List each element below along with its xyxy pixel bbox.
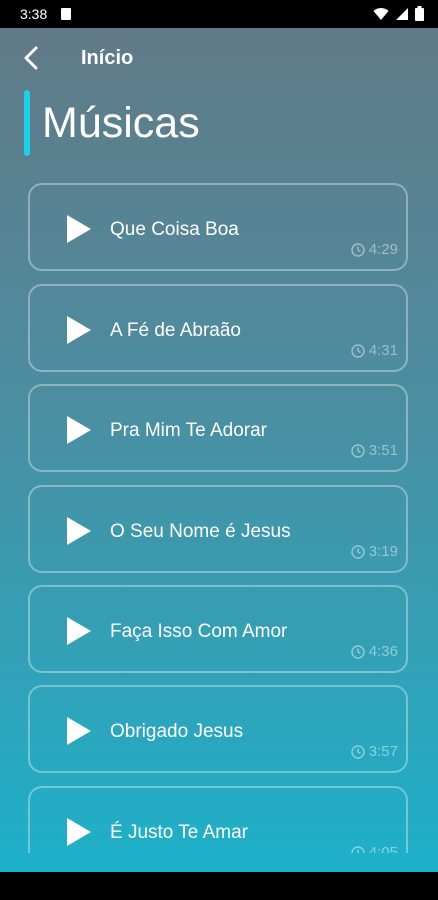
- play-icon[interactable]: [64, 415, 92, 445]
- clock-icon: [351, 443, 365, 458]
- song-title: Que Coisa Boa: [110, 219, 239, 240]
- clock-icon: [351, 544, 365, 559]
- song-duration-text: 4:36: [368, 643, 398, 660]
- song-list[interactable]: Que Coisa Boa 4:29 A Fé de Abraão 4:31 P…: [0, 183, 438, 853]
- song-title: O Seu Nome é Jesus: [110, 521, 291, 542]
- clock-icon: [351, 845, 365, 853]
- song-duration: 3:51: [351, 442, 398, 459]
- song-item[interactable]: Obrigado Jesus 3:57: [28, 685, 408, 773]
- song-title: A Fé de Abraão: [110, 320, 241, 341]
- song-duration: 3:57: [351, 743, 398, 760]
- song-duration: 4:31: [351, 342, 398, 359]
- clock-icon: [351, 744, 365, 759]
- status-time: 3:38: [20, 6, 48, 22]
- song-duration-text: 4:05: [368, 844, 398, 853]
- navigation-bar: [0, 872, 438, 900]
- header-title: Início: [81, 47, 134, 69]
- wifi-icon: [373, 7, 389, 20]
- chevron-left-icon: [24, 46, 38, 70]
- status-icons: [373, 6, 424, 21]
- status-bar: 3:38: [0, 0, 438, 28]
- header: Início: [0, 28, 438, 88]
- song-title: Obrigado Jesus: [110, 721, 244, 742]
- song-title: É Justo Te Amar: [110, 822, 248, 843]
- song-duration: 4:36: [351, 643, 398, 660]
- song-item[interactable]: É Justo Te Amar 4:05: [28, 786, 408, 853]
- song-title: Faça Isso Com Amor: [110, 621, 288, 642]
- play-icon[interactable]: [64, 616, 92, 646]
- battery-icon: [415, 6, 424, 21]
- play-icon[interactable]: [64, 716, 92, 746]
- song-duration-text: 3:19: [368, 543, 398, 560]
- clock-icon: [351, 343, 365, 358]
- song-duration-text: 3:51: [368, 442, 398, 459]
- song-item[interactable]: Que Coisa Boa 4:29: [28, 183, 408, 271]
- play-icon[interactable]: [64, 817, 92, 847]
- song-item[interactable]: O Seu Nome é Jesus 3:19: [28, 485, 408, 573]
- play-icon[interactable]: [64, 315, 92, 345]
- back-button[interactable]: [16, 42, 48, 74]
- song-duration-text: 4:29: [368, 241, 398, 258]
- title-accent-bar: [24, 90, 30, 156]
- song-item[interactable]: Faça Isso Com Amor 4:36: [28, 585, 408, 673]
- song-duration-text: 4:31: [368, 342, 398, 359]
- song-item[interactable]: Pra Mim Te Adorar 3:51: [28, 384, 408, 472]
- sim-card-icon: [61, 8, 71, 20]
- page-title: Músicas: [42, 99, 200, 147]
- clock-icon: [351, 242, 365, 257]
- song-duration-text: 3:57: [368, 743, 398, 760]
- clock-icon: [351, 644, 365, 659]
- song-duration: 4:29: [351, 241, 398, 258]
- song-title: Pra Mim Te Adorar: [110, 420, 267, 441]
- play-icon[interactable]: [64, 516, 92, 546]
- play-icon[interactable]: [64, 214, 92, 244]
- signal-icon: [396, 7, 408, 20]
- song-item[interactable]: A Fé de Abraão 4:31: [28, 284, 408, 372]
- song-duration: 4:05: [351, 844, 398, 853]
- song-duration: 3:19: [351, 543, 398, 560]
